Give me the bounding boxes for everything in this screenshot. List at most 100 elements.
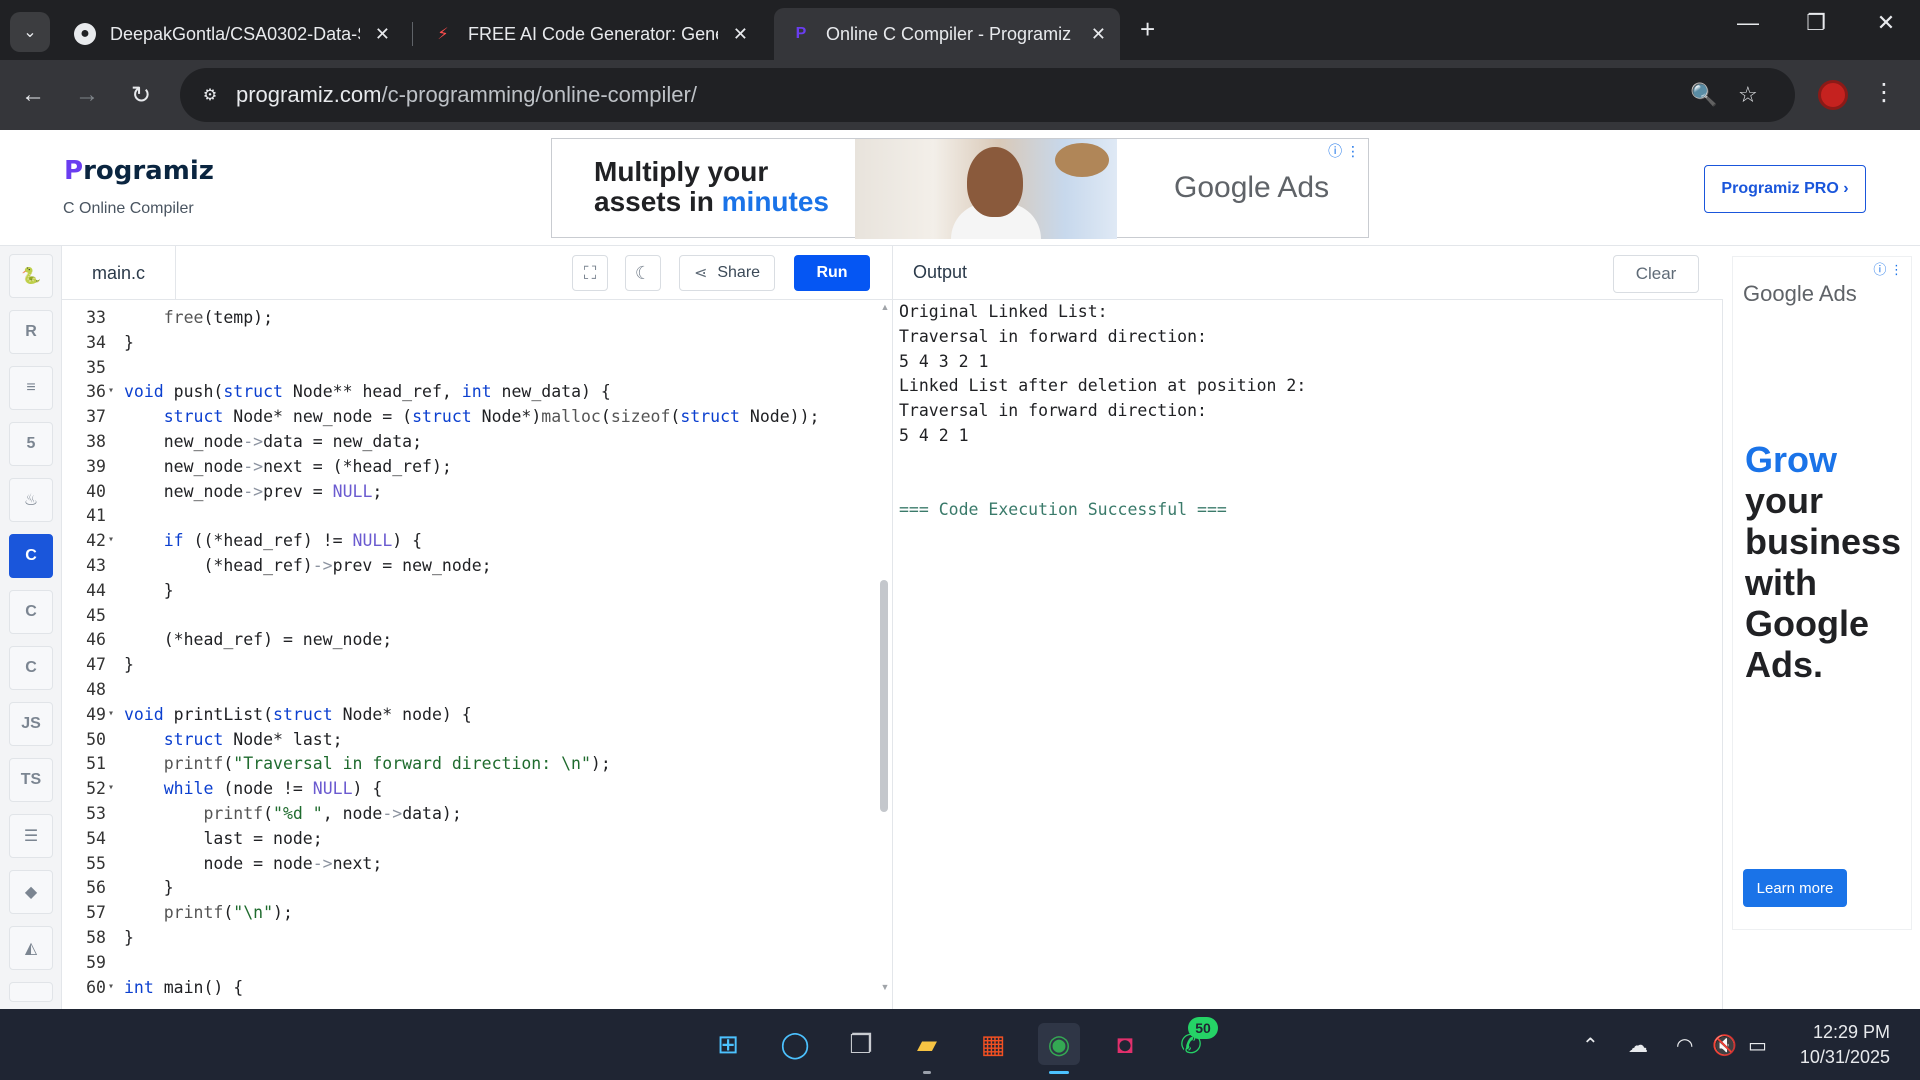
- side-ad[interactable]: ⓘ ⋮ Google Ads Grow your business with G…: [1732, 256, 1912, 930]
- bookmark-star-icon[interactable]: ☆: [1738, 82, 1758, 108]
- profile-avatar[interactable]: [1818, 80, 1848, 110]
- programiz-logo[interactable]: Programiz: [64, 156, 214, 186]
- zoom-icon[interactable]: 🔍: [1690, 82, 1717, 108]
- url-path: /c-programming/online-compiler/: [381, 82, 697, 107]
- ad-info-icon[interactable]: ⓘ ⋮: [1873, 259, 1903, 278]
- task-view-icon[interactable]: ❐: [840, 1023, 882, 1065]
- code-line: }: [124, 655, 134, 675]
- fold-toggle-icon[interactable]: ▾: [108, 534, 114, 545]
- url-text[interactable]: programiz.com/c-programming/online-compi…: [236, 82, 697, 108]
- forward-icon[interactable]: →: [70, 78, 104, 112]
- fold-toggle-icon[interactable]: ▾: [108, 981, 114, 992]
- volume-muted-icon[interactable]: 🔇: [1712, 1033, 1737, 1058]
- site-info-icon[interactable]: ⚙: [196, 81, 224, 109]
- scroll-down-icon[interactable]: ▼: [879, 982, 891, 992]
- browser-tab-github[interactable]: ● DeepakGontla/CSA0302-Data-S ✕: [58, 8, 404, 60]
- browser-tab-ai-generator[interactable]: ⚡ FREE AI Code Generator: Gener ✕: [416, 8, 762, 60]
- code-line: void push(struct Node** head_ref, int ne…: [124, 382, 611, 402]
- sql-icon[interactable]: ≡: [9, 366, 53, 410]
- address-bar[interactable]: ⚙ programiz.com/c-programming/online-com…: [180, 68, 1795, 122]
- editor-scroll-thumb[interactable]: [880, 580, 888, 812]
- csharp-icon[interactable]: C: [9, 646, 53, 690]
- learn-more-button[interactable]: Learn more: [1743, 869, 1847, 907]
- browser-menu-icon[interactable]: ⋮: [1872, 78, 1896, 107]
- html-icon[interactable]: 5: [9, 422, 53, 466]
- line-number: 52: [86, 779, 106, 799]
- c-lang-icon[interactable]: C: [9, 534, 53, 578]
- browser-tab-strip: ⌄ ● DeepakGontla/CSA0302-Data-S ✕ ⚡ FREE…: [0, 0, 1920, 60]
- rust-icon[interactable]: [9, 982, 53, 1002]
- language-rail: 🐍 R ≡ 5 ♨ C C C JS TS ☰ ◆ ◭: [0, 246, 62, 1009]
- code-line: free(temp);: [163, 308, 274, 327]
- ad-info-icon[interactable]: ⓘ ⋮: [1328, 141, 1360, 161]
- typescript-icon[interactable]: TS: [9, 758, 53, 802]
- code-editor[interactable]: 33 free(temp); 34} 35 36 ▾ void push(struc…: [62, 300, 892, 1009]
- go-icon[interactable]: ☰: [9, 814, 53, 858]
- line-number: 60: [86, 977, 106, 997]
- new-tab-icon[interactable]: +: [1140, 14, 1155, 45]
- dark-mode-icon[interactable]: ☾: [625, 255, 661, 291]
- wifi-icon[interactable]: ◠: [1676, 1033, 1693, 1058]
- output-line: Traversal in forward direction:: [899, 326, 1207, 346]
- chrome-icon[interactable]: ◉: [1038, 1023, 1080, 1065]
- r-lang-icon[interactable]: R: [9, 310, 53, 354]
- kotlin-icon[interactable]: ◭: [9, 926, 53, 970]
- share-button[interactable]: ⋖ Share: [679, 255, 775, 291]
- close-tab-icon[interactable]: ✕: [375, 24, 390, 45]
- run-button[interactable]: Run: [794, 255, 870, 291]
- fold-toggle-icon[interactable]: ▾: [108, 708, 114, 719]
- fullscreen-icon[interactable]: ⛶: [572, 255, 608, 291]
- output-header: Output Clear: [892, 246, 1723, 300]
- top-ad-banner[interactable]: Multiply your assets in minutes Google A…: [551, 138, 1369, 239]
- back-icon[interactable]: ←: [16, 78, 50, 112]
- javascript-icon[interactable]: JS: [9, 702, 53, 746]
- cpp-icon[interactable]: C: [9, 590, 53, 634]
- minimize-icon[interactable]: —: [1728, 10, 1768, 36]
- line-number: 56: [86, 878, 106, 898]
- programiz-pro-button[interactable]: Programiz PRO ›: [1704, 165, 1866, 213]
- ad-brand: Google Ads: [1174, 171, 1330, 204]
- line-number: 48: [86, 680, 106, 699]
- code-line: new_node->prev = NULL;: [124, 481, 383, 501]
- python-icon[interactable]: 🐍: [9, 254, 53, 298]
- reload-icon[interactable]: ↻: [124, 78, 158, 112]
- line-number: 57: [86, 903, 106, 923]
- running-indicator: [923, 1071, 931, 1074]
- instagram-icon[interactable]: ◘: [1104, 1023, 1146, 1065]
- battery-icon[interactable]: ▭: [1748, 1033, 1767, 1058]
- clear-button[interactable]: Clear: [1613, 255, 1699, 293]
- restore-icon[interactable]: ❐: [1796, 10, 1836, 36]
- swift-icon[interactable]: ◆: [9, 870, 53, 914]
- active-app-indicator: [1049, 1071, 1069, 1074]
- scroll-up-icon[interactable]: ▲: [879, 302, 891, 312]
- close-window-icon[interactable]: ✕: [1866, 10, 1906, 36]
- close-tab-icon[interactable]: ✕: [733, 24, 748, 45]
- output-line: Linked List after deletion at position 2…: [899, 376, 1307, 396]
- line-number: 41: [86, 506, 106, 526]
- file-explorer-icon[interactable]: ▰: [906, 1023, 948, 1065]
- programiz-icon: P: [795, 25, 807, 42]
- close-tab-icon[interactable]: ✕: [1091, 24, 1106, 45]
- system-clock[interactable]: 12:29 PM 10/31/2025: [1790, 1020, 1890, 1070]
- fold-toggle-icon[interactable]: ▾: [108, 385, 114, 396]
- onedrive-off-icon[interactable]: ☁: [1628, 1033, 1648, 1058]
- show-hidden-icons-icon[interactable]: ⌃: [1582, 1033, 1599, 1058]
- logo-text: rogramiz: [83, 156, 214, 186]
- output-title: Output: [913, 262, 968, 282]
- file-tab-main[interactable]: main.c: [62, 246, 176, 300]
- ad-headline-rest: your business with Google Ads.: [1745, 480, 1902, 685]
- search-icon[interactable]: ◯: [774, 1023, 816, 1065]
- line-number: 33: [86, 308, 106, 327]
- code-line: printf("Traversal in forward direction: …: [163, 754, 611, 774]
- microsoft-store-icon[interactable]: ▦: [972, 1023, 1014, 1065]
- code-line: last = node;: [124, 828, 323, 848]
- windows-start-icon[interactable]: ⊞: [707, 1023, 749, 1065]
- tab-search-button[interactable]: ⌄: [10, 12, 50, 52]
- code-line: (*head_ref) = new_node;: [124, 630, 393, 650]
- fold-toggle-icon[interactable]: ▾: [108, 782, 114, 793]
- java-icon[interactable]: ♨: [9, 478, 53, 522]
- logo-mark: P: [64, 156, 84, 186]
- ad-headline-line1: Multiply your: [594, 156, 769, 187]
- code-line: printf("%d ", node->data);: [203, 804, 462, 823]
- browser-tab-programiz[interactable]: P Online C Compiler - Programiz ✕: [774, 8, 1120, 60]
